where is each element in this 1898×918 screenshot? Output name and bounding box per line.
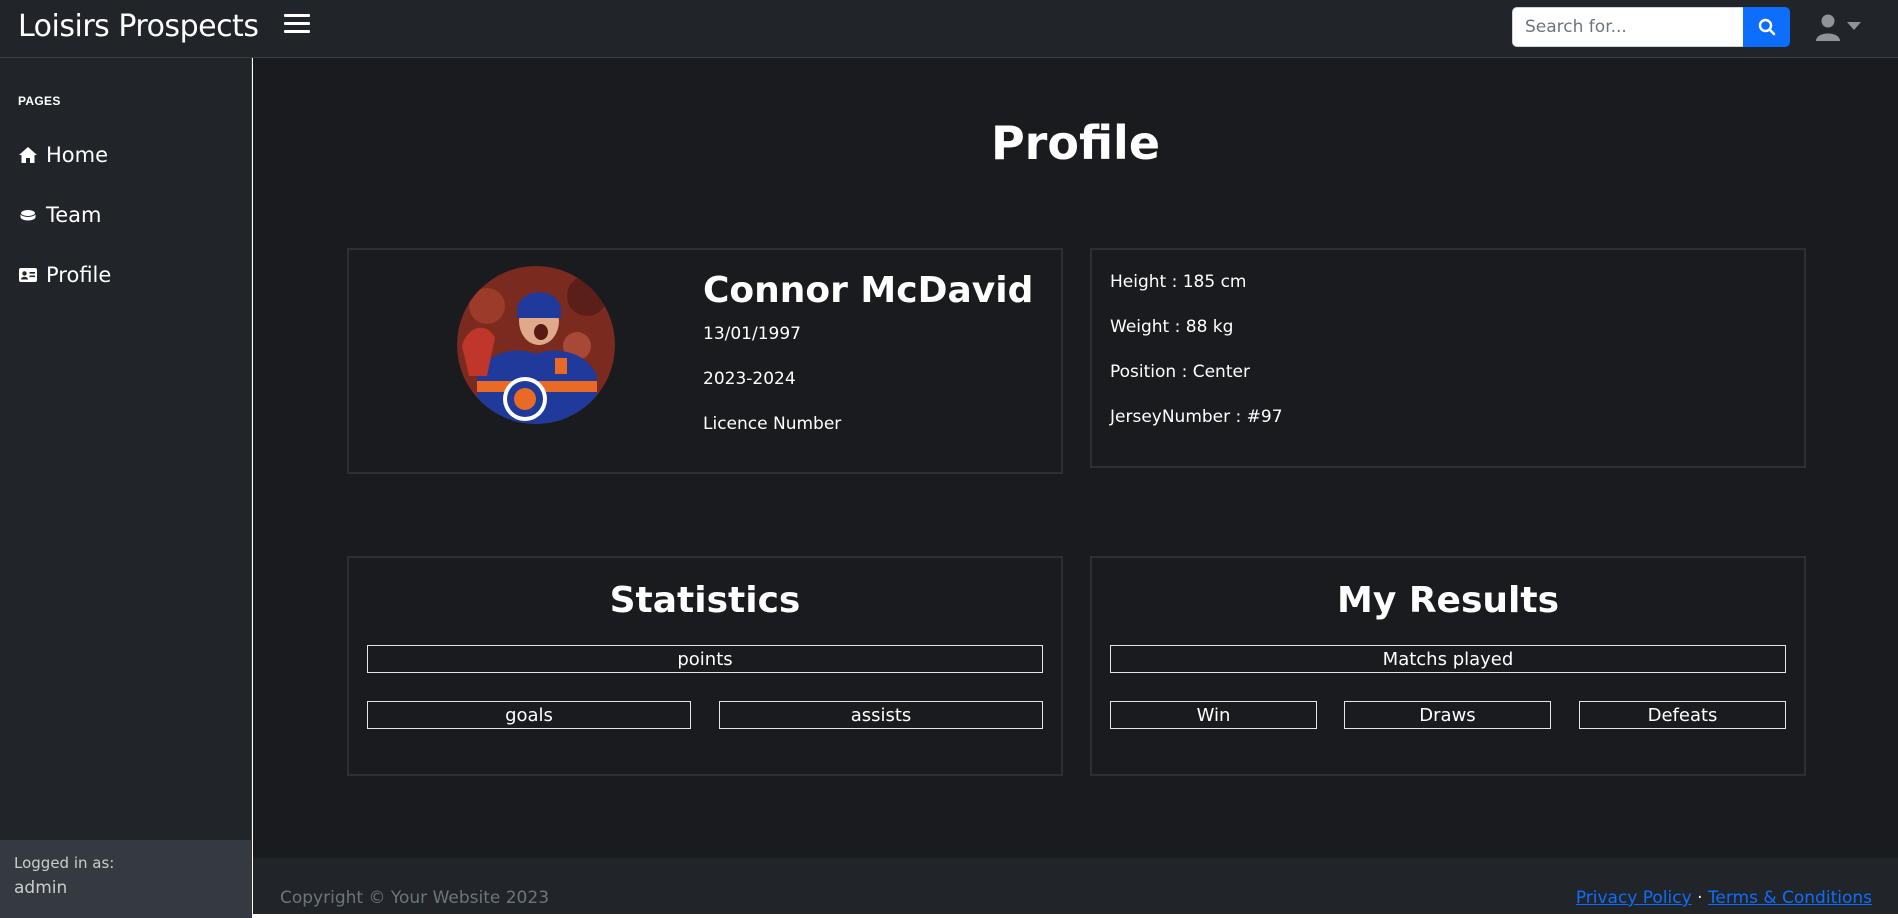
id-card-icon bbox=[18, 265, 38, 285]
sidebar-item-team[interactable]: Team bbox=[18, 200, 102, 230]
sidebar-item-home[interactable]: Home bbox=[18, 140, 108, 170]
menu-bar-icon bbox=[284, 14, 310, 17]
sidebar: PAGES Home Team Profile Logged in as: ad… bbox=[0, 58, 252, 918]
sidebar-toggle-button[interactable] bbox=[284, 14, 310, 38]
statistics-title: Statistics bbox=[609, 580, 801, 621]
assists-box: assists bbox=[719, 701, 1043, 729]
hockey-puck-icon bbox=[18, 205, 38, 225]
menu-bar-icon bbox=[284, 30, 310, 33]
search-icon bbox=[1758, 18, 1775, 36]
copyright-text: Copyright © Your Website 2023 bbox=[280, 888, 550, 908]
caret-down-icon bbox=[1847, 22, 1861, 30]
results-card: My Results Matchs played Win Draws Defea… bbox=[1090, 556, 1806, 776]
footer-links: Privacy Policy · Terms & Conditions bbox=[1576, 888, 1872, 908]
sidebar-heading: PAGES bbox=[18, 94, 61, 108]
position-text: Position : Center bbox=[1110, 362, 1250, 382]
player-season: 2023-2024 bbox=[703, 369, 796, 389]
weight-text: Weight : 88 kg bbox=[1110, 317, 1234, 337]
user-dropdown-button[interactable] bbox=[1815, 12, 1865, 44]
draws-box: Draws bbox=[1344, 701, 1551, 729]
player-name: Connor McDavid bbox=[703, 270, 1034, 311]
footer-separator: · bbox=[1697, 888, 1703, 908]
user-icon bbox=[1816, 14, 1840, 41]
menu-bar-icon bbox=[284, 22, 310, 25]
logged-in-user: admin bbox=[14, 878, 68, 898]
points-box: points bbox=[367, 645, 1043, 673]
goals-box: goals bbox=[367, 701, 691, 729]
search-input[interactable] bbox=[1512, 7, 1744, 47]
top-navbar: Loisirs Prospects bbox=[0, 0, 1898, 58]
sidebar-item-label: Home bbox=[46, 143, 109, 167]
player-birthdate: 13/01/1997 bbox=[703, 324, 801, 344]
search-form bbox=[1512, 7, 1790, 47]
terms-link[interactable]: Terms & Conditions bbox=[1708, 888, 1872, 908]
player-licence: Licence Number bbox=[703, 414, 842, 434]
page-title: Profile bbox=[990, 116, 1161, 170]
brand-logo[interactable]: Loisirs Prospects bbox=[18, 9, 259, 44]
defeats-box: Defeats bbox=[1579, 701, 1786, 729]
statistics-card: Statistics points goals assists bbox=[347, 556, 1063, 776]
main-content: Profile Connor McDavid 13/01/1997 2023-2… bbox=[253, 58, 1898, 858]
privacy-policy-link[interactable]: Privacy Policy bbox=[1576, 888, 1692, 908]
home-icon bbox=[18, 145, 38, 165]
sidebar-item-label: Profile bbox=[46, 263, 112, 287]
jersey-number-text: JerseyNumber : #97 bbox=[1110, 407, 1283, 427]
sidebar-footer: Logged in as: admin bbox=[0, 840, 252, 918]
sidebar-item-profile[interactable]: Profile bbox=[18, 260, 111, 290]
search-button[interactable] bbox=[1743, 7, 1790, 47]
win-box: Win bbox=[1110, 701, 1317, 729]
matches-played-box: Matchs played bbox=[1110, 645, 1786, 673]
profile-card: Connor McDavid 13/01/1997 2023-2024 Lice… bbox=[347, 248, 1063, 474]
page-footer: Copyright © Your Website 2023 Privacy Po… bbox=[253, 858, 1898, 914]
height-text: Height : 185 cm bbox=[1110, 272, 1247, 292]
player-avatar bbox=[457, 266, 615, 424]
player-details-card: Height : 185 cm Weight : 88 kg Position … bbox=[1090, 248, 1806, 468]
sidebar-item-label: Team bbox=[46, 203, 102, 227]
logged-in-label: Logged in as: bbox=[14, 854, 115, 872]
results-title: My Results bbox=[1337, 580, 1559, 621]
